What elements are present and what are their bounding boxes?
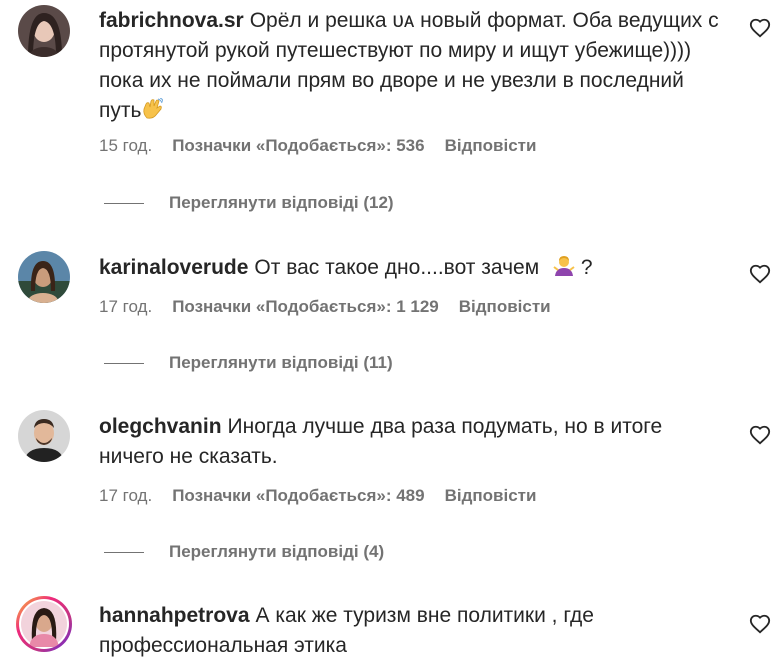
comment-body-end: ? [580, 256, 593, 279]
view-replies-label: Переглянути відповіді (11) [169, 353, 393, 372]
reply-button[interactable]: Відповісти [445, 136, 537, 155]
comment-text: karinaloverude От вас такое дно....вот за… [99, 253, 729, 286]
person-shrugging-icon [553, 255, 575, 286]
view-replies-button[interactable]: Переглянути відповіді (11) [104, 353, 393, 373]
avatar[interactable] [18, 251, 70, 303]
heart-icon[interactable] [749, 424, 771, 446]
comment-username[interactable]: olegchvanin [99, 415, 222, 438]
reply-button[interactable]: Відповісти [445, 486, 537, 505]
view-replies-label: Переглянути відповіді (4) [169, 542, 385, 561]
comment-time[interactable]: 17 год. [99, 297, 152, 316]
waving-hand-icon [141, 97, 164, 129]
view-replies-label: Переглянути відповіді (12) [169, 193, 394, 212]
comment-time[interactable]: 17 год. [99, 486, 152, 505]
avatar-story-ring[interactable] [16, 596, 72, 652]
divider-line [104, 202, 144, 204]
comment-meta: 15 год. Позначки «Подобається»: 536 Відпов… [99, 136, 536, 156]
heart-icon[interactable] [749, 17, 771, 39]
view-replies-button[interactable]: Переглянути відповіді (12) [104, 193, 394, 213]
avatar[interactable] [18, 410, 70, 462]
reply-button[interactable]: Відповісти [459, 297, 551, 316]
comment-time[interactable]: 15 год. [99, 136, 152, 155]
comment-username[interactable]: hannahpetrova [99, 604, 250, 627]
comment-text: olegchvanin Иногда лучше два раза подумат… [99, 412, 729, 472]
heart-icon[interactable] [749, 263, 771, 285]
comment-text: hannahpetrova А как же туризм вне политик… [99, 601, 729, 661]
likes-count[interactable]: Позначки «Подобається»: 536 [172, 136, 424, 155]
comment-meta: 17 год. Позначки «Подобається»: 1 129 Відп… [99, 297, 551, 317]
likes-count[interactable]: Позначки «Подобається»: 1 129 [172, 297, 439, 316]
divider-line [104, 551, 144, 553]
comment-body: От вас такое дно....вот зачем [254, 256, 540, 279]
likes-count[interactable]: Позначки «Подобається»: 489 [172, 486, 424, 505]
heart-icon[interactable] [749, 613, 771, 635]
comment-meta: 17 год. Позначки «Подобається»: 489 Відпов… [99, 486, 536, 506]
avatar [19, 599, 69, 649]
comment-username[interactable]: fabrichnova.sr [99, 9, 244, 32]
view-replies-button[interactable]: Переглянути відповіді (4) [104, 542, 384, 562]
divider-line [104, 362, 144, 364]
avatar[interactable] [18, 5, 70, 57]
comment-text: fabrichnova.sr Орёл и решка ᴜᴀ новый форм… [99, 6, 729, 129]
comment-username[interactable]: karinaloverude [99, 256, 248, 279]
